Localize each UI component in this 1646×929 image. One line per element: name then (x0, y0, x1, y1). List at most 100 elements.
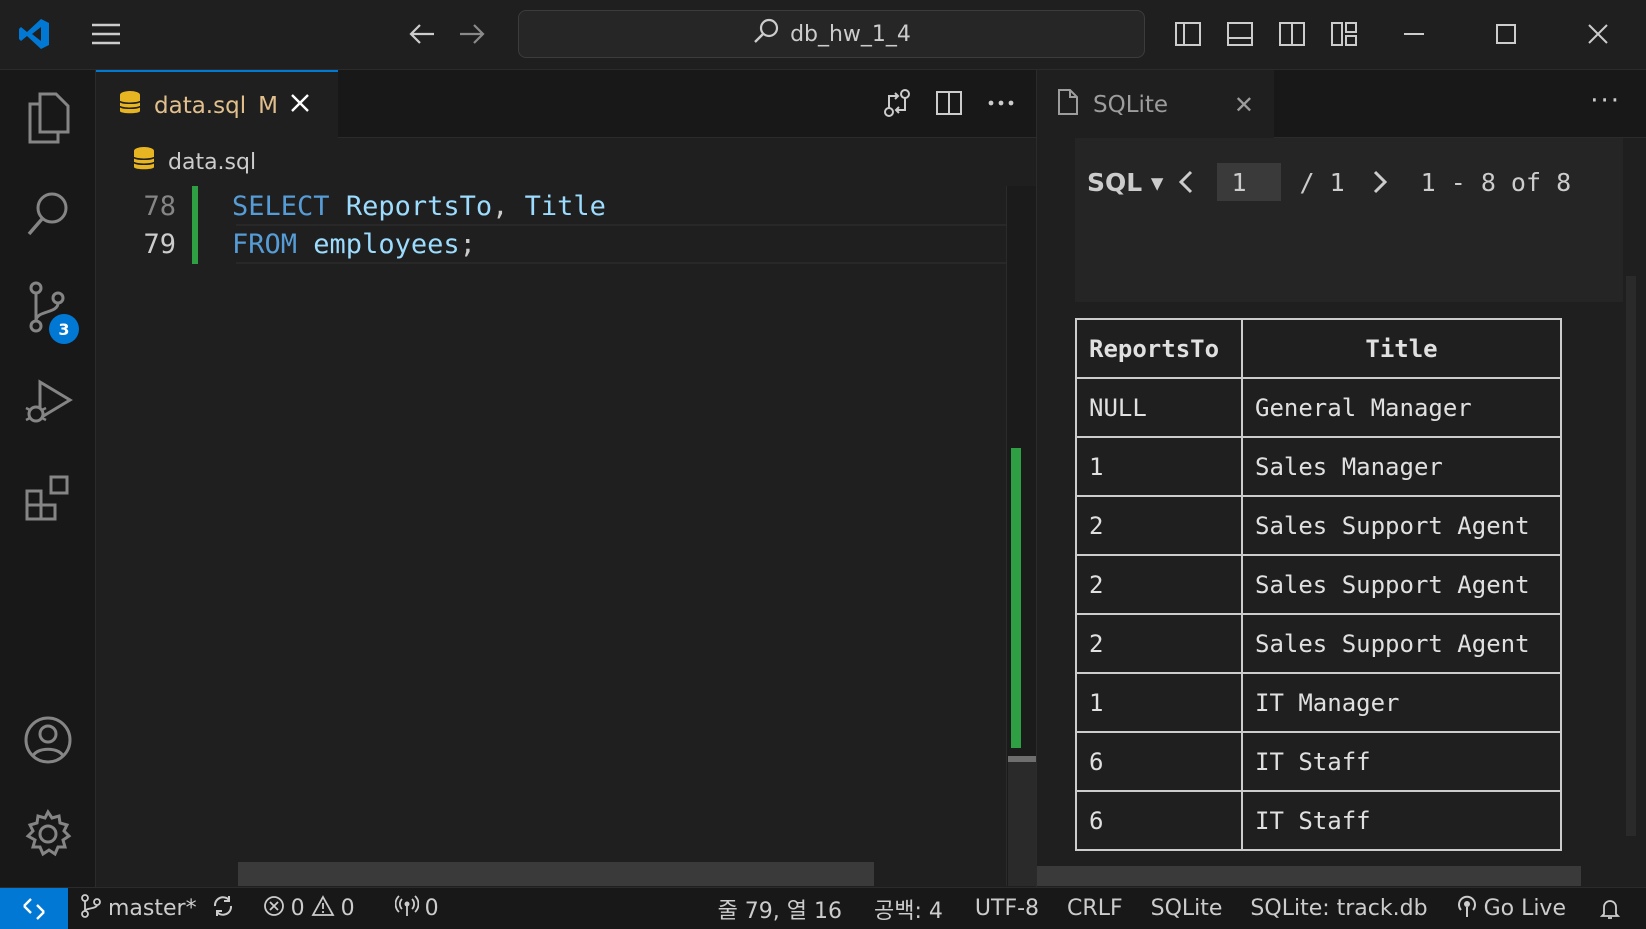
file-icon (1057, 88, 1079, 122)
code-token: ReportsTo (345, 190, 493, 222)
table-row: 1 Sales Manager (1075, 436, 1562, 497)
horizontal-scrollbar[interactable] (1037, 866, 1581, 886)
close-tab-icon[interactable]: ✕ (1234, 91, 1254, 119)
close-tab-icon[interactable] (290, 93, 310, 119)
title-bar: db_hw_1_4 (0, 0, 1646, 70)
search-view-icon[interactable] (0, 174, 96, 254)
tab-sqlite[interactable]: SQLite ✕ (1037, 70, 1274, 139)
source-control-icon[interactable]: 3 (0, 268, 96, 348)
menu-icon[interactable] (86, 14, 126, 54)
code-text: SELECT ReportsTo, Title (232, 191, 606, 222)
maximize-icon[interactable] (1486, 14, 1526, 54)
explorer-icon[interactable] (0, 78, 96, 158)
problems-status[interactable]: 0 0 (251, 888, 367, 929)
toggle-primary-sidebar-icon[interactable] (1168, 14, 1208, 54)
panel-tab-bar: SQLite ✕ ··· (1037, 70, 1646, 139)
added-lines-marker (1011, 448, 1021, 748)
go-live-button[interactable]: Go Live (1444, 888, 1578, 929)
encoding[interactable]: UTF-8 (963, 888, 1051, 929)
code-line[interactable]: 79 FROM employees; (96, 224, 1006, 264)
scrollbar-slider[interactable] (1008, 762, 1036, 886)
scm-badge: 3 (49, 314, 79, 344)
split-editor-icon[interactable] (934, 88, 964, 122)
breadcrumb-file[interactable]: data.sql (168, 150, 256, 175)
settings-gear-icon[interactable] (0, 794, 96, 874)
table-header-row: ReportsTo Title (1075, 318, 1562, 379)
database-file-icon (118, 90, 142, 122)
sqlite-database[interactable]: SQLite: track.db (1238, 888, 1439, 929)
next-page-icon[interactable] (1357, 169, 1403, 195)
added-line-gutter-marker (192, 186, 198, 226)
cell-reportsto: 2 (1075, 613, 1243, 674)
cell-title: IT Staff (1241, 790, 1562, 851)
forward-arrow-icon[interactable] (452, 14, 492, 54)
tab-data-sql[interactable]: data.sql M (96, 70, 338, 139)
language-mode[interactable]: SQLite (1139, 888, 1235, 929)
sqlite-results-panel: SQLite ✕ ··· SQL ▾ / 1 1 - 8 of 8 Report… (1036, 70, 1646, 887)
cell-title: Sales Support Agent (1241, 554, 1562, 615)
cell-reportsto: 1 (1075, 672, 1243, 733)
cell-reportsto: 2 (1075, 495, 1243, 556)
indentation[interactable]: 공백: 4 (862, 888, 955, 929)
page-number-input[interactable] (1217, 163, 1282, 201)
row-range: 1 - 8 of 8 (1420, 167, 1572, 197)
customize-layout-icon[interactable] (1324, 14, 1364, 54)
status-bar: master* 0 0 0 줄 79, 열 16 공백: 4 UTF-8 CRL… (0, 887, 1646, 929)
cell-title: Sales Support Agent (1241, 495, 1562, 556)
column-header: ReportsTo (1075, 318, 1243, 379)
command-center-search[interactable]: db_hw_1_4 (518, 10, 1145, 58)
tab-label: data.sql (154, 92, 247, 119)
horizontal-scrollbar[interactable] (238, 862, 874, 886)
search-text: db_hw_1_4 (790, 21, 911, 47)
modified-indicator: M (258, 92, 278, 119)
branch-status[interactable]: master* (68, 888, 247, 929)
code-token: , (492, 190, 525, 222)
error-icon (263, 895, 285, 923)
error-count: 0 (290, 896, 305, 921)
extensions-icon[interactable] (0, 458, 96, 538)
sync-icon[interactable] (211, 894, 235, 924)
search-icon (752, 17, 780, 51)
back-arrow-icon[interactable] (402, 14, 442, 54)
accounts-icon[interactable] (0, 700, 96, 780)
prev-page-icon[interactable] (1163, 169, 1209, 195)
cell-title: General Manager (1241, 377, 1562, 438)
table-row: 2 Sales Support Agent (1075, 613, 1562, 674)
code-line[interactable]: 78 SELECT ReportsTo, Title (96, 186, 1006, 226)
toggle-secondary-sidebar-icon[interactable] (1272, 14, 1312, 54)
cell-title: Sales Manager (1241, 436, 1562, 497)
table-row: 6 IT Staff (1075, 790, 1562, 851)
end-of-line[interactable]: CRLF (1055, 888, 1135, 929)
cell-reportsto: 6 (1075, 790, 1243, 851)
minimize-icon[interactable] (1394, 14, 1434, 54)
vertical-scrollbar[interactable] (1626, 276, 1636, 836)
cell-title: IT Manager (1241, 672, 1562, 733)
cell-title: Sales Support Agent (1241, 613, 1562, 674)
toggle-panel-icon[interactable] (1220, 14, 1260, 54)
line-number: 79 (143, 228, 176, 260)
code-token: Title (524, 190, 606, 222)
code-editor[interactable]: 78 SELECT ReportsTo, Title 79 FROM employee… (96, 186, 1036, 886)
more-actions-icon[interactable] (986, 88, 1016, 122)
breadcrumb[interactable]: data.sql (96, 138, 1036, 186)
remote-indicator-icon[interactable] (0, 887, 68, 929)
ports-status[interactable]: 0 (383, 888, 451, 929)
cell-reportsto: 1 (1075, 436, 1243, 497)
results-table: ReportsTo Title NULL General Manager 1 Sale… (1075, 318, 1562, 851)
code-token: FROM (232, 228, 298, 260)
cursor-position[interactable]: 줄 79, 열 16 (706, 888, 854, 929)
open-changes-icon[interactable] (882, 88, 912, 122)
cell-reportsto: 6 (1075, 731, 1243, 792)
close-window-icon[interactable] (1578, 14, 1618, 54)
table-row: NULL General Manager (1075, 377, 1562, 438)
notifications-bell-icon[interactable] (1586, 888, 1634, 929)
sql-mode-dropdown[interactable]: SQL ▾ (1075, 168, 1163, 197)
cursor-position-marker (1008, 756, 1036, 762)
run-debug-icon[interactable] (0, 362, 96, 442)
code-token: ; (459, 228, 476, 260)
more-actions-icon[interactable]: ··· (1590, 86, 1621, 116)
column-header: Title (1241, 318, 1562, 379)
results-toolbar: SQL ▾ / 1 1 - 8 of 8 (1075, 138, 1623, 302)
